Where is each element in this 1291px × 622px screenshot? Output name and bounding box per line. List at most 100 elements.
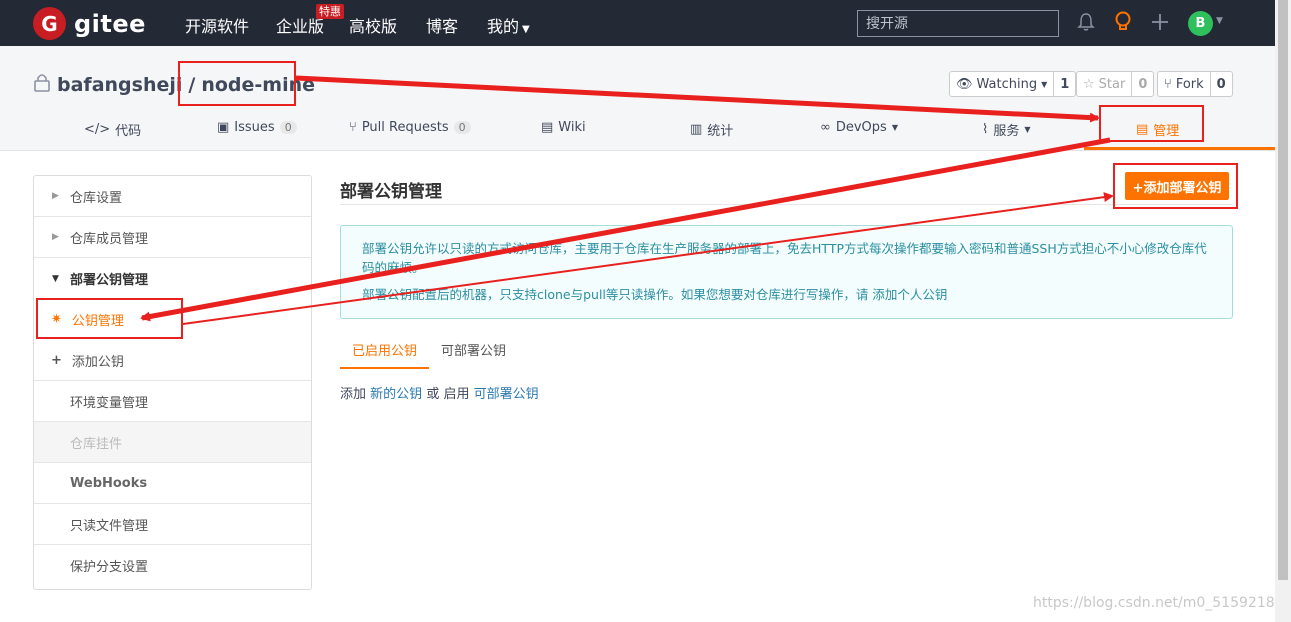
tab-issues[interactable]: ▣ Issues 0	[217, 120, 297, 135]
watch-label: Watching	[976, 76, 1038, 92]
bell-icon[interactable]	[1074, 10, 1098, 34]
tab-wiki-label: Wiki	[558, 120, 586, 135]
avatar[interactable]: B	[1188, 11, 1213, 36]
sidebar-item-widgets: 仓库挂件	[34, 422, 311, 463]
tab-pr-count: 0	[453, 121, 471, 134]
sidebar-item-repo-settings[interactable]: ▶ 仓库设置	[34, 176, 311, 217]
tab-stats[interactable]: ▥ 统计	[690, 120, 733, 139]
tab-devops-label: DevOps	[835, 120, 887, 135]
chevron-down-icon: ▼	[1041, 79, 1048, 89]
nav-blog[interactable]: 博客	[426, 13, 458, 37]
avatar-dropdown-icon[interactable]: ▼	[1216, 16, 1223, 26]
fork-icon: ⑂	[1164, 76, 1172, 92]
info-line-1: 部署公钥允许以只读的方式访问仓库，主要用于仓库在生产服务器的部署上，免去HTTP…	[362, 241, 1207, 275]
new-key-link[interactable]: 新的公钥	[370, 387, 422, 402]
nav-open-source[interactable]: 开源软件	[185, 13, 249, 37]
key-subtabs: 已启用公钥 可部署公钥	[340, 338, 518, 369]
page-title: 部署公钥管理	[340, 182, 442, 202]
tab-pr-label: Pull Requests	[361, 120, 449, 135]
lock-icon	[33, 72, 51, 97]
code-icon: </>	[84, 122, 111, 137]
scrollbar-thumb[interactable]	[1278, 0, 1288, 580]
info-line-2-text: 部署公钥配置后的机器，只支持clone与pull等只读操作。如果您想要对仓库进行…	[362, 287, 869, 302]
tab-stats-label: 统计	[707, 124, 734, 139]
sidebar-item-label: 环境变量管理	[70, 395, 149, 411]
nav-mine[interactable]: 我的 ▼	[487, 13, 530, 37]
logo-mark: G	[33, 7, 66, 40]
info-box: 部署公钥允许以只读的方式访问仓库，主要用于仓库在生产服务器的部署上，免去HTTP…	[340, 225, 1233, 319]
infinity-icon: ∞	[820, 120, 831, 135]
star-icon: ☆	[1083, 76, 1095, 92]
chevron-down-icon: ▼	[891, 123, 898, 132]
top-navbar: G gitee 开源软件 企业版 特惠 高校版 博客 我的▼ B ▼	[0, 0, 1275, 46]
sidebar-item-protected-branches[interactable]: 保护分支设置	[34, 545, 311, 586]
star-label: Star	[1098, 76, 1126, 92]
nav-mine-label: 我的	[487, 17, 520, 36]
tab-issues-count: 0	[279, 121, 297, 134]
repo-title: bafangsheji / node-mine	[33, 72, 315, 97]
fork-label: Fork	[1175, 76, 1204, 92]
watch-button[interactable]: 👁 Watching ▼ 1	[949, 71, 1077, 97]
tab-wiki[interactable]: ▤ Wiki	[541, 120, 586, 135]
pulse-icon: ⌇	[982, 122, 989, 137]
sidebar-item-label: 部署公钥管理	[70, 273, 149, 288]
deployable-keys-link[interactable]: 可部署公钥	[474, 387, 539, 402]
plus-icon: +	[51, 352, 62, 368]
settings-sidebar: ▶ 仓库设置 ▶ 仓库成员管理 ▼ 部署公钥管理 ✷ 公钥管理 + 添加公钥 环境变量管理…	[33, 175, 312, 590]
add-deploy-key-button[interactable]: +添加部署公钥	[1125, 172, 1229, 200]
repo-name[interactable]: node-mine	[201, 74, 315, 96]
repo-separator: /	[188, 73, 196, 96]
sidebar-item-env-vars[interactable]: 环境变量管理	[34, 381, 311, 422]
empty-hint: 添加 新的公钥 或 启用 可部署公钥	[340, 383, 539, 402]
search-input[interactable]	[857, 10, 1059, 37]
tab-deployable-keys[interactable]: 可部署公钥	[429, 338, 518, 369]
tab-code[interactable]: </> 代码	[84, 120, 141, 139]
caret-right-icon: ▶	[52, 232, 59, 242]
lightbulb-icon[interactable]	[1111, 10, 1135, 34]
sidebar-item-webhooks[interactable]: WebHooks	[34, 463, 311, 504]
gitee-logo[interactable]: G gitee	[33, 7, 146, 40]
active-tab-underline	[1084, 147, 1275, 150]
sidebar-item-label: 添加公钥	[71, 354, 124, 370]
chevron-down-icon: ▼	[1024, 125, 1031, 134]
logo-text: gitee	[74, 9, 146, 38]
watch-count: 1	[1053, 72, 1075, 96]
eye-icon: 👁	[956, 76, 973, 92]
sidebar-item-key-management[interactable]: ✷ 公钥管理	[34, 299, 311, 340]
sidebar-item-label: 仓库设置	[70, 190, 123, 206]
chart-icon: ▥	[690, 122, 703, 137]
tab-manage-label: 管理	[1153, 124, 1180, 139]
tab-issues-label: Issues	[234, 120, 275, 135]
sidebar-item-deploy-keys[interactable]: ▼ 部署公钥管理	[34, 258, 311, 299]
hint-text-2: 或 启用	[426, 387, 470, 402]
sidebar-item-label: WebHooks	[70, 475, 148, 491]
chevron-down-icon: ▼	[522, 24, 530, 35]
hot-badge: 特惠	[316, 4, 344, 19]
fork-count: 0	[1209, 72, 1232, 96]
caret-down-icon: ▼	[52, 273, 59, 284]
fork-button[interactable]: ⑂ Fork 0	[1157, 71, 1233, 97]
tab-services[interactable]: ⌇ 服务 ▼	[982, 120, 1031, 139]
sidebar-item-label: 只读文件管理	[70, 518, 149, 534]
wiki-icon: ▤	[541, 120, 554, 135]
repo-owner[interactable]: bafangsheji	[57, 74, 182, 96]
add-personal-key-link[interactable]: 添加个人公钥	[872, 287, 947, 302]
pull-request-icon: ⑂	[349, 120, 357, 135]
tab-manage[interactable]: ▤ 管理	[1136, 120, 1179, 139]
sidebar-item-label: 仓库成员管理	[70, 231, 149, 247]
sidebar-item-members[interactable]: ▶ 仓库成员管理	[34, 217, 311, 258]
sidebar-item-label: 公钥管理	[71, 314, 124, 329]
sidebar-item-add-key[interactable]: + 添加公钥	[34, 340, 311, 381]
tab-devops[interactable]: ∞ DevOps ▼	[820, 120, 898, 135]
repo-header: bafangsheji / node-mine 👁 Watching ▼ 1 ☆ St…	[0, 46, 1275, 151]
tab-pull-requests[interactable]: ⑂ Pull Requests 0	[349, 120, 471, 135]
issues-icon: ▣	[217, 120, 230, 135]
sidebar-item-label: 保护分支设置	[70, 560, 149, 575]
info-line-2: 部署公钥配置后的机器，只支持clone与pull等只读操作。如果您想要对仓库进行…	[362, 285, 1211, 304]
plus-icon[interactable]	[1148, 10, 1172, 34]
nav-university[interactable]: 高校版	[349, 13, 397, 37]
title-divider	[340, 204, 1232, 205]
star-button[interactable]: ☆ Star 0	[1076, 71, 1155, 97]
tab-enabled-keys[interactable]: 已启用公钥	[340, 338, 430, 369]
sidebar-item-readonly-files[interactable]: 只读文件管理	[34, 504, 311, 545]
